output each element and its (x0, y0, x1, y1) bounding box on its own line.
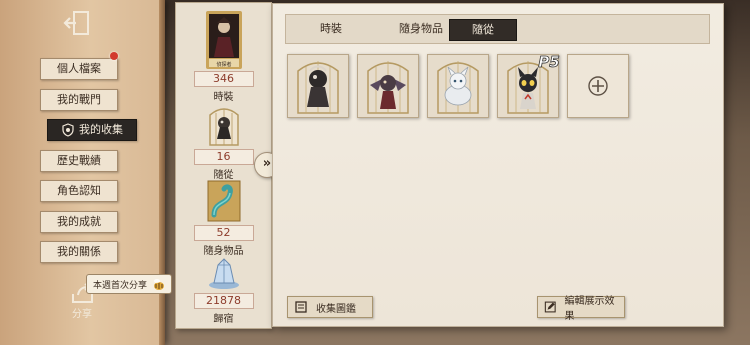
menu-item-achievements[interactable]: 我的成就 (40, 211, 118, 233)
stat-accessories[interactable]: 52 隨身物品 (176, 179, 271, 257)
white-beast-companion-icon (437, 61, 479, 114)
menu-item-label: 我的關係 (57, 245, 101, 258)
tab-pets[interactable]: 隨從 (449, 19, 517, 41)
bee-icon (154, 279, 164, 290)
collection-panel: 時裝 隨身物品 隨從 P5 收集圖鑑 編輯展示效果 (272, 3, 724, 327)
edit-display-button[interactable]: 編輯展示效果 (537, 296, 625, 322)
menu-item-battles[interactable]: 我的戰門 (40, 89, 118, 111)
menu-item-history[interactable]: 歷史戰績 (40, 150, 118, 172)
costume-label: 時裝 (213, 92, 234, 103)
accessories-count: 52 (193, 225, 254, 241)
menu-item-label: 我的戰門 (57, 93, 101, 106)
collection-guide-button[interactable]: 收集圖鑑 (287, 296, 373, 318)
accessory-item-icon (207, 180, 240, 222)
svg-text:偵探者: 偵探者 (216, 61, 231, 68)
pet-cage-icon (208, 108, 239, 146)
category-tabs: 時裝 隨身物品 隨從 (285, 14, 710, 44)
menu-item-label: 我的收集 (79, 123, 123, 136)
pet-card[interactable] (357, 54, 419, 118)
stat-costume[interactable]: 偵探者 346 時裝 (176, 11, 271, 103)
pet-card[interactable] (287, 54, 349, 118)
homes-label: 歸宿 (213, 314, 234, 325)
menu-item-character-knowledge[interactable]: 角色認知 (40, 180, 118, 202)
collection-guide-label: 收集圖鑑 (316, 303, 356, 315)
tab-costume[interactable]: 時裝 (296, 19, 366, 39)
stat-homes[interactable]: 21878 歸宿 (176, 255, 271, 325)
menu-item-label: 我的成就 (57, 215, 101, 228)
menu-item-label: 角色認知 (57, 184, 101, 197)
pets-count: 16 (193, 149, 254, 165)
costume-count: 346 (193, 71, 254, 87)
menu-item-profile[interactable]: 個人檔案 (40, 58, 118, 80)
menu-item-label: 歷史戰績 (57, 154, 101, 167)
notification-dot (110, 52, 118, 60)
pet-card[interactable]: P5 (497, 53, 560, 118)
winged-creature-companion-icon (367, 61, 409, 114)
plus-circle-icon (588, 76, 608, 96)
menu-item-relationships[interactable]: 我的關係 (40, 241, 118, 263)
edit-display-label: 編輯展示效果 (564, 296, 615, 322)
costume-card-icon: 偵探者 (205, 11, 242, 69)
menu-item-collection[interactable]: 我的收集 (47, 119, 137, 141)
shield-icon (62, 123, 74, 137)
share-tip-text: 本週首次分享 (93, 280, 148, 291)
pet-card[interactable] (427, 54, 489, 118)
svg-text:P5: P5 (538, 53, 559, 71)
homes-count: 21878 (193, 293, 254, 309)
share-tooltip: 本週首次分享 (86, 274, 172, 294)
share-label: 分享 (72, 309, 92, 320)
back-door-icon[interactable] (62, 10, 92, 36)
bird-companion-icon (297, 61, 339, 114)
persona5-badge-icon: P5 (538, 53, 560, 71)
book-icon (295, 301, 307, 313)
menu-item-label: 個人檔案 (57, 62, 101, 75)
home-crystal-icon (208, 258, 239, 289)
add-pet-card[interactable] (567, 54, 629, 118)
edit-pencil-icon (544, 301, 556, 313)
